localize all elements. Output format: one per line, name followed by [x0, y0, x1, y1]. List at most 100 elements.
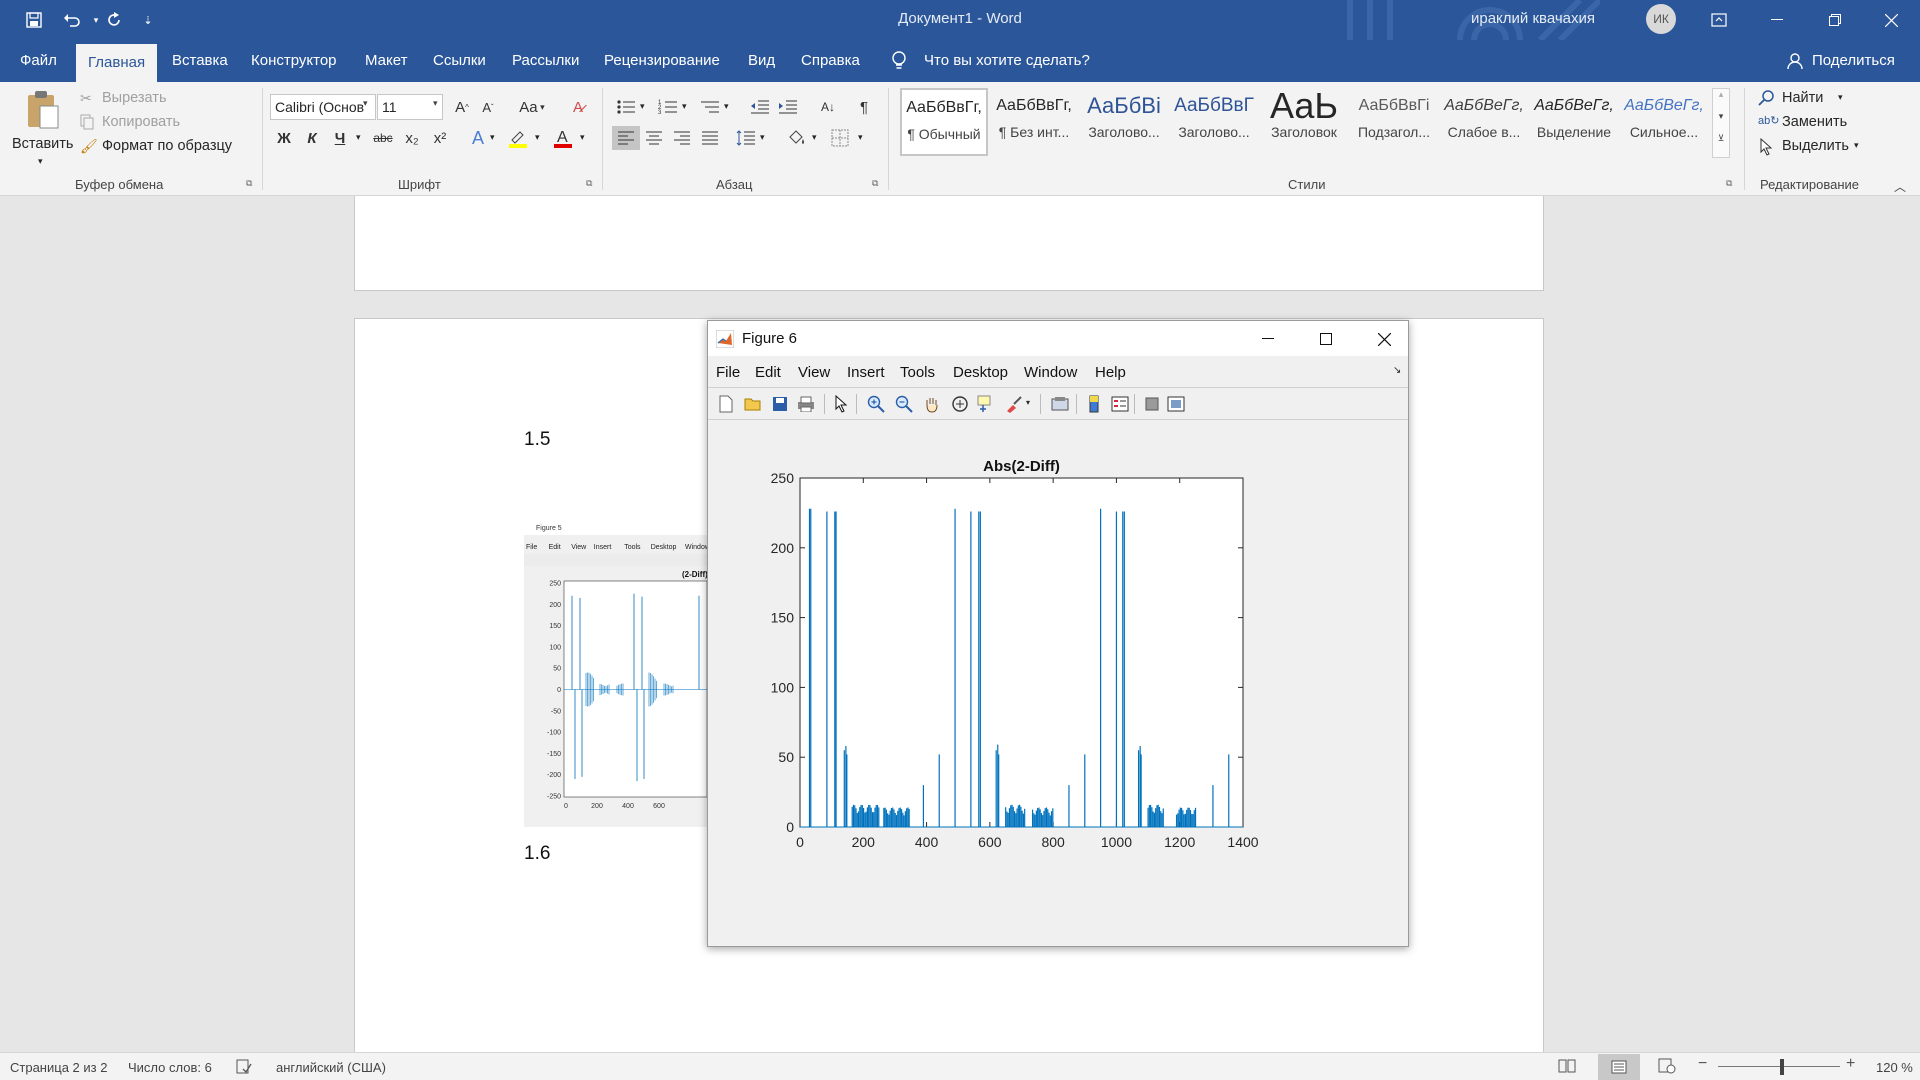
multilevel-dropdown-icon[interactable]: ▾: [724, 101, 729, 112]
copy-button[interactable]: Копировать: [102, 114, 180, 130]
find-dropdown-icon[interactable]: ▾: [1838, 92, 1843, 103]
tell-me-search[interactable]: Что вы хотите сделать?: [922, 40, 1092, 82]
select-button[interactable]: Выделить: [1782, 138, 1849, 154]
bold-icon[interactable]: Ж: [272, 126, 296, 150]
shrink-font-icon[interactable]: Aˇ: [476, 95, 500, 119]
bullets-dropdown-icon[interactable]: ▾: [640, 101, 645, 112]
page-1[interactable]: [354, 196, 1544, 291]
figure-close-icon[interactable]: [1372, 329, 1396, 349]
figure-menu-tools[interactable]: Tools: [900, 364, 935, 381]
line-spacing-icon[interactable]: [734, 126, 758, 150]
print-icon[interactable]: [794, 392, 818, 416]
tab-review[interactable]: Рецензирование: [602, 40, 722, 82]
figure-dock-icon[interactable]: ↘: [1393, 365, 1401, 376]
close-icon[interactable]: [1862, 0, 1920, 40]
abs-diff-chart[interactable]: Abs(2-Diff) 0 50 100 150 200 250 0 200 400 600 800 1…: [708, 421, 1408, 946]
share-button[interactable]: Поделиться: [1810, 40, 1897, 82]
figure-menu-edit[interactable]: Edit: [755, 364, 781, 381]
link-plot-icon[interactable]: [1048, 392, 1072, 416]
print-layout-icon[interactable]: [1598, 1054, 1640, 1080]
find-button[interactable]: Найти: [1782, 90, 1823, 106]
restore-icon[interactable]: [1806, 0, 1864, 40]
grow-font-icon[interactable]: A ^: [450, 95, 474, 119]
paragraph-launcher-icon[interactable]: ⧉: [872, 178, 878, 189]
font-size-dropdown-icon[interactable]: ▾: [433, 98, 438, 109]
font-name-select[interactable]: Calibri (Основ: [270, 94, 376, 120]
collapse-ribbon-icon[interactable]: ︿: [1894, 178, 1906, 195]
shading-icon[interactable]: [784, 126, 808, 150]
brush-dropdown-icon[interactable]: ▾: [1026, 398, 1030, 407]
font-launcher-icon[interactable]: ⧉: [586, 178, 592, 189]
tab-home[interactable]: Главная: [76, 44, 158, 82]
style-no-spacing[interactable]: АаБбВвГг, ¶ Без инт...: [990, 88, 1078, 156]
zoom-in-button[interactable]: +: [1846, 1055, 1855, 1073]
minimize-icon[interactable]: [1748, 0, 1806, 40]
show-formatting-icon[interactable]: ¶: [852, 95, 876, 119]
tab-layout[interactable]: Макет: [363, 40, 409, 82]
figure-menu-desktop[interactable]: Desktop: [953, 364, 1008, 381]
lightbulb-icon[interactable]: [890, 50, 910, 72]
style-normal[interactable]: АаБбВвГг, ¶ Обычный: [900, 88, 988, 156]
proofing-icon[interactable]: [236, 1059, 252, 1075]
ribbon-display-icon[interactable]: [1690, 0, 1748, 40]
justify-icon[interactable]: [698, 126, 722, 150]
zoom-level[interactable]: 120 %: [1876, 1060, 1913, 1075]
underline-dropdown-icon[interactable]: ▾: [356, 132, 361, 143]
align-left-icon[interactable]: [612, 126, 640, 150]
style-subtle-emphasis[interactable]: АаБбВеГг, Слабое в...: [1440, 88, 1528, 156]
web-layout-icon[interactable]: [1658, 1058, 1676, 1076]
tab-insert[interactable]: Вставка: [170, 40, 230, 82]
borders-dropdown-icon[interactable]: ▾: [858, 132, 863, 143]
tab-help[interactable]: Справка: [799, 40, 862, 82]
word-count[interactable]: Число слов: 6: [128, 1060, 212, 1075]
heading-1-5[interactable]: 1.5: [524, 429, 550, 451]
format-painter-button[interactable]: Формат по образцу: [102, 138, 232, 154]
new-figure-icon[interactable]: [714, 392, 738, 416]
pointer-icon[interactable]: [830, 392, 854, 416]
highlight-icon[interactable]: [506, 126, 530, 150]
hide-plot-tools-icon[interactable]: [1140, 392, 1164, 416]
styles-launcher-icon[interactable]: ⧉: [1726, 178, 1732, 189]
font-color-dropdown-icon[interactable]: ▾: [580, 132, 585, 143]
align-right-icon[interactable]: [670, 126, 694, 150]
borders-icon[interactable]: [828, 126, 852, 150]
decrease-indent-icon[interactable]: [748, 95, 772, 119]
tab-references[interactable]: Ссылки: [431, 40, 488, 82]
scroll-down-icon[interactable]: ▾: [1713, 111, 1729, 133]
zoom-in-icon[interactable]: [864, 392, 888, 416]
style-intense-emphasis[interactable]: АаБбВеГг, Сильное...: [1620, 88, 1708, 156]
strikethrough-icon[interactable]: abc: [371, 126, 395, 150]
styles-scroll[interactable]: ▴ ▾ ⊻: [1712, 88, 1730, 158]
styles-more-icon[interactable]: ⊻: [1713, 133, 1729, 155]
figure-menu-insert[interactable]: Insert: [847, 364, 885, 381]
figure-minimize-icon[interactable]: [1256, 329, 1280, 349]
font-color-icon[interactable]: A: [551, 126, 575, 150]
figure-5-image[interactable]: Figure 5 File Edit View Insert Tools Desktop W…: [524, 519, 707, 827]
zoom-out-icon[interactable]: [892, 392, 916, 416]
style-heading-2[interactable]: АаБбВвГ Заголово...: [1170, 88, 1258, 156]
tab-file[interactable]: Файл: [18, 40, 59, 82]
show-plot-tools-icon[interactable]: [1164, 392, 1188, 416]
brush-icon[interactable]: [1002, 392, 1026, 416]
superscript-icon[interactable]: x²: [428, 126, 452, 150]
tab-view[interactable]: Вид: [746, 40, 777, 82]
text-effects-icon[interactable]: A: [466, 126, 490, 150]
style-heading-1[interactable]: АаБбВі Заголово...: [1080, 88, 1168, 156]
zoom-slider[interactable]: [1718, 1066, 1840, 1067]
avatar[interactable]: ИК: [1646, 4, 1676, 34]
subscript-icon[interactable]: x₂: [400, 126, 424, 150]
page-count[interactable]: Страница 2 из 2: [10, 1060, 107, 1075]
tab-design[interactable]: Конструктор: [249, 40, 339, 82]
zoom-slider-thumb[interactable]: [1780, 1059, 1784, 1075]
save-figure-icon[interactable]: [768, 392, 792, 416]
bullets-icon[interactable]: [614, 95, 638, 119]
style-subtitle[interactable]: АаБбВвГі Подзагол...: [1350, 88, 1438, 156]
pan-hand-icon[interactable]: [920, 392, 944, 416]
figure-menu-help[interactable]: Help: [1095, 364, 1126, 381]
scroll-up-icon[interactable]: ▴: [1713, 89, 1729, 111]
paste-button[interactable]: Вставить ▾: [12, 88, 73, 172]
cut-button[interactable]: Вырезать: [102, 90, 167, 106]
rotate-3d-icon[interactable]: [948, 392, 972, 416]
clipboard-launcher-icon[interactable]: ⧉: [246, 178, 252, 189]
figure-6-window[interactable]: Figure 6 File Edit View Insert Tools Des…: [707, 320, 1409, 947]
